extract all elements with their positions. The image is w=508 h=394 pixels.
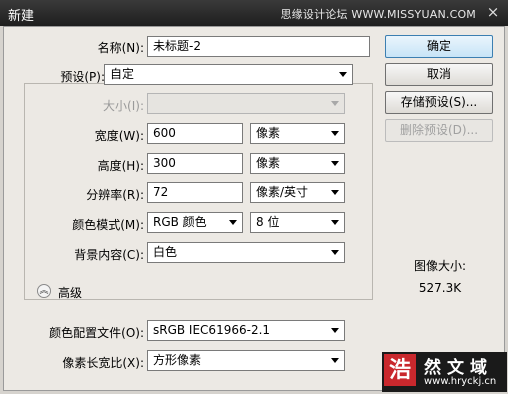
name-label: 名称(N):: [97, 41, 144, 55]
preset-label: 预设(P):: [60, 70, 105, 84]
color-profile-dropdown[interactable]: sRGB IEC61966-2.1: [147, 320, 345, 341]
background-value: 白色: [153, 245, 178, 259]
preset-value: 自定: [110, 67, 135, 81]
chevron-down-icon: [339, 72, 347, 77]
height-unit-value: 像素: [256, 156, 281, 170]
width-label: 宽度(W):: [94, 129, 144, 143]
width-unit-value: 像素: [256, 126, 281, 140]
chevron-down-icon: [331, 328, 339, 333]
pixel-aspect-dropdown[interactable]: 方形像素: [147, 350, 345, 371]
watermark-bottom: 浩 然文域 www.hryckj.cn: [382, 352, 507, 392]
height-input[interactable]: 300: [147, 153, 243, 174]
watermark-logo: 浩: [384, 354, 416, 386]
collapse-advanced-icon[interactable]: ︽: [37, 284, 51, 298]
color-mode-dropdown[interactable]: RGB 颜色: [147, 212, 243, 233]
chevron-down-icon: [331, 161, 339, 166]
bit-depth-value: 8 位: [256, 215, 280, 229]
title-bar: 新建 思缘设计论坛 WWW.MISSYUAN.COM ×: [0, 0, 508, 26]
resolution-unit-dropdown[interactable]: 像素/英寸: [250, 182, 345, 203]
resolution-unit-value: 像素/英寸: [256, 185, 309, 199]
size-dropdown[interactable]: [147, 93, 345, 114]
height-unit-dropdown[interactable]: 像素: [250, 153, 345, 174]
watermark-name: 然文域: [424, 358, 493, 378]
width-unit-dropdown[interactable]: 像素: [250, 123, 345, 144]
new-document-dialog: 新建 思缘设计论坛 WWW.MISSYUAN.COM × 名称(N): 未标题-…: [0, 0, 508, 394]
color-profile-label: 颜色配置文件(O):: [49, 326, 144, 340]
image-size-value: 527.3K: [418, 281, 462, 295]
color-profile-value: sRGB IEC61966-2.1: [153, 323, 271, 337]
delete-preset-button[interactable]: 删除预设(D)...: [385, 119, 493, 142]
background-label: 背景内容(C):: [74, 248, 144, 262]
bit-depth-dropdown[interactable]: 8 位: [250, 212, 345, 233]
save-preset-button[interactable]: 存储预设(S)...: [385, 91, 493, 114]
watermark-url: www.hryckj.cn: [424, 376, 497, 387]
background-dropdown[interactable]: 白色: [147, 242, 345, 263]
name-input[interactable]: 未标题-2: [147, 36, 370, 57]
ok-button[interactable]: 确定: [385, 35, 493, 58]
color-mode-value: RGB 颜色: [153, 215, 207, 229]
close-icon[interactable]: ×: [484, 3, 502, 21]
chevron-down-icon: [331, 131, 339, 136]
color-mode-label: 颜色模式(M):: [72, 218, 144, 232]
chevron-down-icon: [331, 250, 339, 255]
chevron-down-icon: [331, 190, 339, 195]
chevron-down-icon: [331, 101, 339, 106]
pixel-aspect-label: 像素长宽比(X):: [62, 356, 144, 370]
resolution-input[interactable]: 72: [147, 182, 243, 203]
pixel-aspect-value: 方形像素: [153, 353, 202, 367]
watermark-top: 思缘设计论坛 WWW.MISSYUAN.COM: [280, 8, 476, 21]
chevron-down-icon: [229, 220, 237, 225]
dialog-body: 名称(N): 未标题-2 预设(P): 自定 大小(I): 宽度(W): 600…: [3, 26, 505, 391]
advanced-label[interactable]: 高级: [58, 284, 82, 301]
dialog-title: 新建: [8, 9, 35, 24]
image-size-label: 图像大小:: [413, 259, 467, 273]
size-label: 大小(I):: [103, 99, 144, 113]
height-label: 高度(H):: [97, 159, 144, 173]
preset-dropdown[interactable]: 自定: [104, 64, 353, 85]
width-input[interactable]: 600: [147, 123, 243, 144]
cancel-button[interactable]: 取消: [385, 63, 493, 86]
resolution-label: 分辨率(R):: [86, 188, 144, 202]
chevron-down-icon: [331, 220, 339, 225]
chevron-down-icon: [331, 358, 339, 363]
